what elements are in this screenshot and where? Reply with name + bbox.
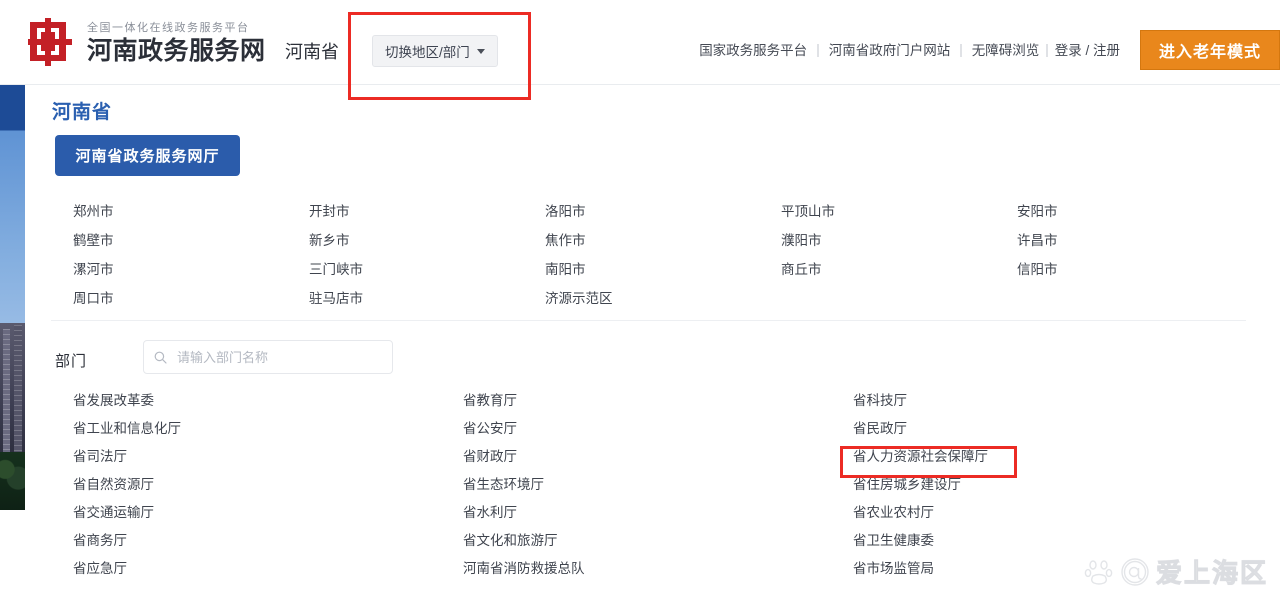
chevron-down-icon <box>476 48 485 54</box>
province-portal-button[interactable]: 河南省政务服务网厅 <box>55 135 240 176</box>
department-item[interactable]: 河南省消防救援总队 <box>463 555 853 583</box>
department-item[interactable]: 省司法厅 <box>73 443 463 471</box>
city-item[interactable]: 漯河市 <box>73 255 309 284</box>
department-search-input[interactable] <box>175 348 382 366</box>
city-item[interactable]: 周口市 <box>73 284 309 313</box>
link-separator: | <box>1045 41 1049 57</box>
brand-title: 河南政务服务网 <box>87 37 266 65</box>
department-item[interactable]: 省教育厅 <box>463 387 853 415</box>
city-item[interactable]: 三门峡市 <box>309 255 545 284</box>
elder-mode-button[interactable]: 进入老年模式 <box>1140 30 1280 70</box>
ding-vessel-logo-icon <box>28 18 78 66</box>
site-brand[interactable]: 全国一体化在线政务服务平台 河南政务服务网 <box>28 18 266 66</box>
link-separator: | <box>816 41 820 57</box>
section-divider <box>51 320 1246 321</box>
department-item[interactable]: 省文化和旅游厅 <box>463 527 853 555</box>
site-header: 全国一体化在线政务服务平台 河南政务服务网 河南省 切换地区/部门 国家政务服务… <box>0 0 1280 85</box>
department-item[interactable]: 省民政厅 <box>853 415 1243 443</box>
department-item[interactable]: 省水利厅 <box>463 499 853 527</box>
city-item[interactable]: 洛阳市 <box>545 197 781 226</box>
department-list: 省发展改革委 省工业和信息化厅 省司法厅 省自然资源厅 省交通运输厅 省商务厅 … <box>73 387 1153 583</box>
region-department-panel: 河南省 河南省政务服务网厅 郑州市 鹤壁市 漯河市 周口市 开封市 新乡市 三门… <box>25 85 1280 612</box>
city-item[interactable]: 濮阳市 <box>781 226 1017 255</box>
city-item-empty <box>781 284 1017 313</box>
department-section-label: 部门 <box>55 353 88 370</box>
department-item[interactable]: 省发展改革委 <box>73 387 463 415</box>
department-item[interactable]: 省财政厅 <box>463 443 853 471</box>
department-item[interactable]: 省农业农村厅 <box>853 499 1243 527</box>
city-item[interactable]: 新乡市 <box>309 226 545 255</box>
switch-region-department-label: 切换地区/部门 <box>385 45 470 60</box>
department-item[interactable]: 省自然资源厅 <box>73 471 463 499</box>
city-item[interactable]: 商丘市 <box>781 255 1017 284</box>
department-item[interactable]: 省工业和信息化厅 <box>73 415 463 443</box>
department-item[interactable]: 省市场监管局 <box>853 555 1243 583</box>
city-item[interactable]: 安阳市 <box>1017 197 1253 226</box>
background-photo-strip <box>0 85 26 510</box>
department-search-box[interactable] <box>143 340 393 374</box>
link-login-register[interactable]: 登录 / 注册 <box>1055 39 1120 59</box>
city-item[interactable]: 鹤壁市 <box>73 226 309 255</box>
city-item[interactable]: 驻马店市 <box>309 284 545 313</box>
department-item[interactable]: 省公安厅 <box>463 415 853 443</box>
header-links: 国家政务服务平台 | 河南省政府门户网站 | 无障碍浏览 | 登录 / 注册 <box>699 39 1120 59</box>
city-item[interactable]: 信阳市 <box>1017 255 1253 284</box>
city-item[interactable]: 南阳市 <box>545 255 781 284</box>
city-item[interactable]: 郑州市 <box>73 197 309 226</box>
link-accessible-browsing[interactable]: 无障碍浏览 <box>972 39 1040 59</box>
city-item[interactable]: 济源示范区 <box>545 284 781 313</box>
background-building <box>0 323 26 463</box>
department-item[interactable]: 省科技厅 <box>853 387 1243 415</box>
department-item[interactable]: 省卫生健康委 <box>853 527 1243 555</box>
switch-region-department-button[interactable]: 切换地区/部门 <box>372 35 498 67</box>
link-national-platform[interactable]: 国家政务服务平台 <box>699 39 807 59</box>
department-item[interactable]: 省交通运输厅 <box>73 499 463 527</box>
brand-subtitle: 全国一体化在线政务服务平台 <box>87 22 250 34</box>
link-provincial-portal[interactable]: 河南省政府门户网站 <box>829 39 951 59</box>
link-separator: | <box>959 41 963 57</box>
department-item[interactable]: 省住房城乡建设厅 <box>853 471 1243 499</box>
search-icon <box>154 351 167 364</box>
department-item[interactable]: 省生态环境厅 <box>463 471 853 499</box>
city-item[interactable]: 开封市 <box>309 197 545 226</box>
panel-province-title: 河南省 <box>52 102 113 123</box>
current-region-label: 河南省 <box>285 42 339 62</box>
city-item-empty <box>1017 284 1253 313</box>
city-item[interactable]: 平顶山市 <box>781 197 1017 226</box>
background-trees <box>0 452 26 510</box>
department-item[interactable]: 省应急厅 <box>73 555 463 583</box>
city-item[interactable]: 焦作市 <box>545 226 781 255</box>
department-item[interactable]: 省商务厅 <box>73 527 463 555</box>
city-list: 郑州市 鹤壁市 漯河市 周口市 开封市 新乡市 三门峡市 驻马店市 洛阳市 焦作… <box>73 197 1113 313</box>
department-item-human-resources[interactable]: 省人力资源社会保障厅 <box>853 443 1243 471</box>
city-item[interactable]: 许昌市 <box>1017 226 1253 255</box>
